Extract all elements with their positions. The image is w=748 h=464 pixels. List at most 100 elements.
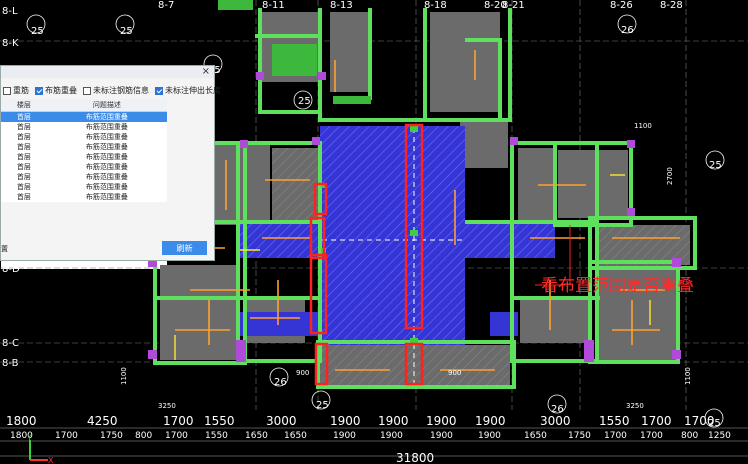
dim-text: 3000 bbox=[266, 414, 297, 428]
dim-text: 1100 bbox=[634, 122, 652, 130]
checkbox[interactable] bbox=[83, 86, 91, 95]
cell-issue: 布筋范围重叠 bbox=[85, 153, 128, 161]
table-row[interactable]: 首层 布筋范围重叠 bbox=[1, 192, 167, 202]
column-header[interactable]: 问题描述 bbox=[46, 99, 167, 112]
dim-text: 900 bbox=[296, 369, 309, 377]
dim-text: 1800 bbox=[6, 414, 37, 428]
cell-floor: 首层 bbox=[16, 133, 31, 141]
table-row[interactable]: 首层 布筋范围重叠 bbox=[1, 162, 167, 172]
annotation-text: 看布置范围是否重叠 bbox=[541, 276, 694, 296]
ucs-axis-icon: Y X bbox=[26, 433, 54, 464]
bubble-text: 26 bbox=[274, 377, 287, 388]
dim-text: 1700 bbox=[55, 431, 78, 441]
option-missing-length[interactable]: 未标注伸出长度 bbox=[155, 85, 221, 96]
cell-floor: 首层 bbox=[16, 123, 31, 131]
axis-label: 8-C bbox=[2, 338, 19, 349]
cell-issue: 布筋范围重叠 bbox=[85, 143, 128, 151]
cell-floor: 首层 bbox=[16, 143, 31, 151]
option-label: 布筋重叠 bbox=[45, 86, 77, 95]
overall-dim: 31800 bbox=[396, 451, 434, 464]
column-header[interactable]: 楼层 bbox=[1, 99, 47, 112]
dim-text: 1650 bbox=[245, 431, 268, 441]
table-row[interactable]: 首层 布筋范围重叠 bbox=[1, 172, 167, 182]
dim-text: 1700 bbox=[640, 431, 663, 441]
option-label: 未标注伸出长度 bbox=[165, 86, 221, 95]
dim-text: 1900 bbox=[333, 431, 356, 441]
column-label: 8-11 bbox=[262, 0, 285, 11]
cell-floor: 首层 bbox=[16, 173, 31, 181]
refresh-button[interactable]: 刷新 bbox=[162, 241, 207, 255]
checkbox-checked[interactable] bbox=[155, 86, 163, 95]
dim-text: 800 bbox=[681, 431, 698, 441]
dim-text: 4250 bbox=[87, 414, 118, 428]
table-row[interactable]: 首层 布筋范围重叠 bbox=[1, 142, 167, 152]
dim-text: 1900 bbox=[330, 414, 361, 428]
dim-text: 1100 bbox=[684, 367, 692, 385]
dim-text: 1750 bbox=[568, 431, 591, 441]
cell-floor: 首层 bbox=[16, 183, 31, 191]
dialog-titlebar[interactable]: × bbox=[1, 66, 214, 78]
dim-text: 1900 bbox=[380, 431, 403, 441]
column-label: 8-26 bbox=[610, 0, 633, 11]
dim-text: 1900 bbox=[430, 431, 453, 441]
cell-issue: 布筋范围重叠 bbox=[46, 111, 167, 122]
filter-options: 重筋 布筋重叠 未标注钢筋信息 未标注伸出长度 bbox=[3, 85, 221, 96]
cell-issue: 布筋范围重叠 bbox=[85, 123, 128, 131]
dim-text: 900 bbox=[448, 369, 461, 377]
cell-floor: 首层 bbox=[16, 153, 31, 161]
dim-text: 1550 bbox=[599, 414, 630, 428]
dim-text: 1700 bbox=[684, 414, 715, 428]
dim-text: 1750 bbox=[100, 431, 123, 441]
dim-text: 1650 bbox=[284, 431, 307, 441]
column-label: 8-28 bbox=[660, 0, 683, 11]
axis-label: 8-L bbox=[2, 6, 18, 17]
table-row[interactable]: 首层 布筋范围重叠 bbox=[1, 152, 167, 162]
dim-text: 1900 bbox=[426, 414, 457, 428]
cell-issue: 布筋范围重叠 bbox=[85, 133, 128, 141]
table-row[interactable]: 首层 布筋范围重叠 bbox=[1, 182, 167, 192]
table-row[interactable]: 首层 布筋范围重叠 bbox=[1, 132, 167, 142]
checkbox-checked[interactable] bbox=[35, 86, 43, 95]
dim-text: 1250 bbox=[708, 431, 731, 441]
bubble-text: 25 bbox=[709, 160, 722, 171]
option-label: 未标注钢筋信息 bbox=[93, 86, 149, 95]
svg-text:X: X bbox=[48, 456, 54, 464]
cell-issue: 布筋范围重叠 bbox=[85, 183, 128, 191]
dim-text: 800 bbox=[135, 431, 152, 441]
option-overlap[interactable]: 布筋重叠 bbox=[35, 85, 77, 96]
dim-text: 1900 bbox=[478, 431, 501, 441]
bubble-text: 25 bbox=[298, 96, 311, 107]
bottom-dims: 1800 4250 1700 1550 3000 1900 1900 1900 … bbox=[6, 414, 715, 428]
dim-text: 1550 bbox=[205, 431, 228, 441]
dim-text: 1900 bbox=[378, 414, 409, 428]
dim-text: 1700 bbox=[165, 431, 188, 441]
column-label: 8-7 bbox=[158, 0, 174, 11]
checkbox[interactable] bbox=[3, 86, 11, 95]
dim-text: 3250 bbox=[626, 402, 644, 410]
dim-text: 3250 bbox=[158, 402, 176, 410]
bottom-subdims: 1800 1700 1750 800 1700 1550 1650 1650 1… bbox=[10, 431, 731, 441]
bubble-text: 26 bbox=[621, 25, 634, 36]
cell-issue: 布筋范围重叠 bbox=[85, 193, 128, 201]
dim-text: 1700 bbox=[641, 414, 672, 428]
option-label: 重筋 bbox=[13, 86, 29, 95]
table-row[interactable]: 首层 布筋范围重叠 bbox=[1, 122, 167, 132]
bottom-label: 置 bbox=[1, 245, 8, 253]
column-label: 8-21 bbox=[502, 0, 525, 11]
cell-floor: 首层 bbox=[16, 193, 31, 201]
bubble-text: 25 bbox=[316, 400, 329, 411]
check-results-dialog[interactable]: × 重筋 布筋重叠 未标注钢筋信息 未标注伸出长度 楼层 问题描述 首层布筋范围… bbox=[0, 65, 221, 269]
table-row[interactable]: 首层 布筋范围重叠 bbox=[1, 111, 167, 122]
svg-text:Y: Y bbox=[26, 433, 32, 442]
axis-label: 8-K bbox=[2, 38, 19, 49]
option-missing-info[interactable]: 未标注钢筋信息 bbox=[83, 85, 149, 96]
option-rebar[interactable]: 重筋 bbox=[3, 85, 29, 96]
cell-issue: 布筋范围重叠 bbox=[85, 173, 128, 181]
axis-label: 8-D bbox=[2, 264, 20, 275]
cell-issue: 布筋范围重叠 bbox=[85, 163, 128, 171]
close-icon[interactable]: × bbox=[202, 66, 210, 78]
dim-text: 1100 bbox=[120, 367, 128, 385]
dim-text: 1650 bbox=[524, 431, 547, 441]
dim-text: 1550 bbox=[204, 414, 235, 428]
dim-text: 1700 bbox=[163, 414, 194, 428]
